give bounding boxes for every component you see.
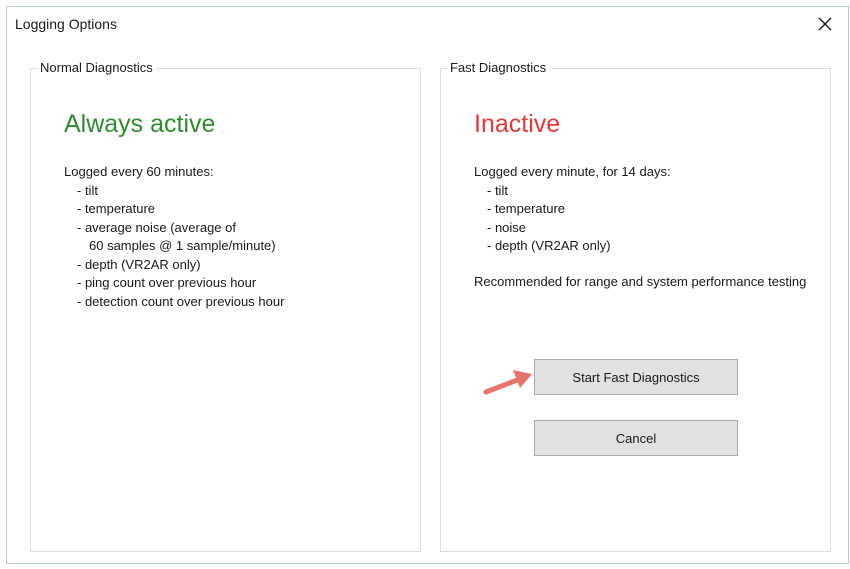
close-button[interactable] [808, 9, 842, 39]
normal-diagnostics-legend: Normal Diagnostics [37, 60, 156, 76]
title-bar: Logging Options [7, 7, 848, 41]
normal-item-average-noise: - average noise (average of [77, 219, 236, 235]
normal-item-ping-count: - ping count over previous hour [77, 275, 257, 290]
normal-diagnostics-group: Normal Diagnostics Always active Logged … [30, 60, 421, 552]
start-fast-diagnostics-button[interactable]: Start Fast Diagnostics [534, 359, 738, 395]
arrow-icon [483, 370, 532, 395]
fast-diagnostics-group: Fast Diagnostics Inactive Logged every m… [440, 60, 831, 552]
fast-item-temperature: - temperature [487, 201, 566, 216]
fast-item-tilt: - tilt [487, 182, 508, 198]
normal-intro: Logged every 60 minutes: [64, 164, 214, 179]
fast-description: Logged every minute, for 14 days: - tilt… [474, 163, 671, 256]
cancel-button[interactable]: Cancel [534, 420, 738, 456]
fast-recommendation: Recommended for range and system perform… [474, 274, 807, 289]
fast-status-heading: Inactive [474, 110, 561, 138]
fast-item-noise: - noise [487, 219, 527, 235]
normal-item-detection-count: - detection count over previous hour [77, 293, 285, 309]
close-icon [818, 17, 832, 31]
fast-diagnostics-legend: Fast Diagnostics [447, 60, 550, 76]
window-title: Logging Options [15, 16, 117, 32]
fast-item-depth: - depth (VR2AR only) [487, 238, 611, 253]
fast-intro: Logged every minute, for 14 days: [474, 164, 671, 179]
normal-status-heading: Always active [64, 110, 216, 138]
normal-item-average-noise-cont: 60 samples @ 1 sample/minute) [89, 238, 276, 253]
normal-item-tilt: - tilt [77, 182, 98, 198]
normal-item-depth: - depth (VR2AR only) [77, 256, 201, 272]
normal-item-temperature: - temperature [77, 201, 156, 216]
normal-description: Logged every 60 minutes: - tilt - temper… [64, 163, 284, 311]
logging-options-dialog: Logging Options Normal Diagnostics Alway… [6, 6, 849, 564]
